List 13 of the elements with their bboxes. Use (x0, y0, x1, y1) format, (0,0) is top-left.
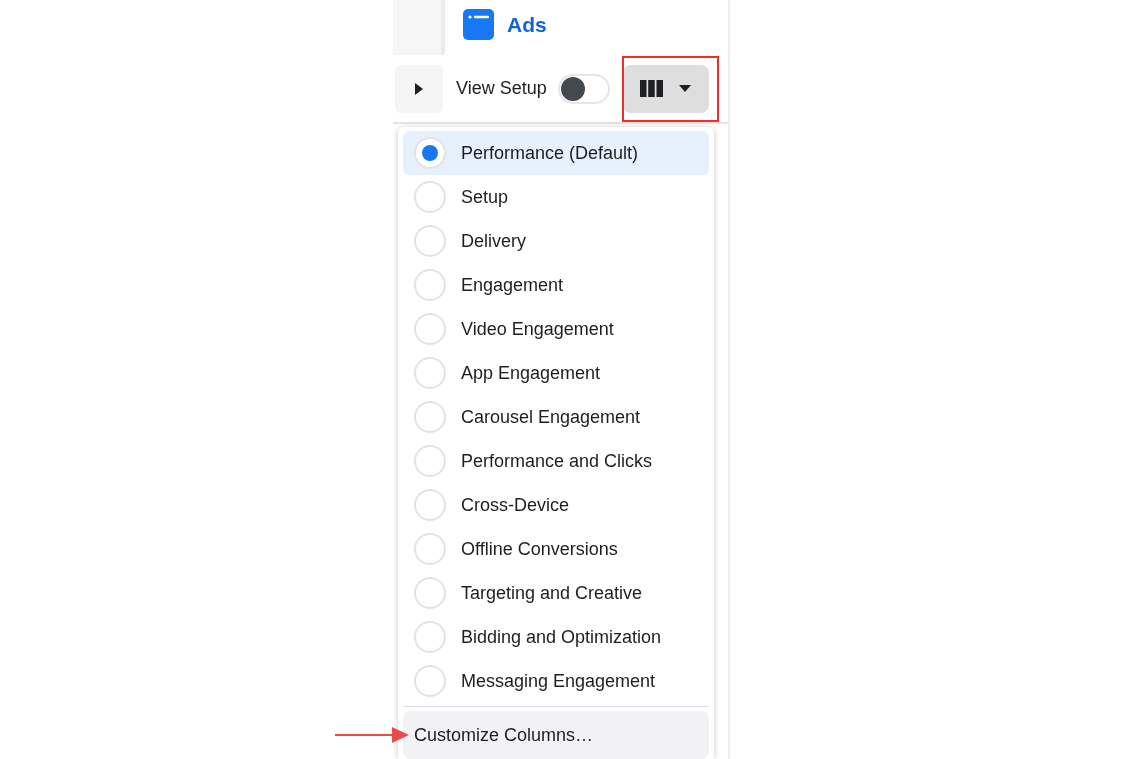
columns-button[interactable] (622, 64, 709, 113)
view-setup-toggle[interactable] (557, 73, 610, 104)
toggle-knob-icon (560, 76, 585, 101)
ads-icon (463, 9, 494, 40)
page-title: Ads (507, 11, 547, 38)
expand-button[interactable] (395, 64, 443, 113)
caret-icon (679, 85, 692, 92)
arrow-icon (335, 727, 409, 743)
view-setup-label: View Setup (456, 77, 547, 100)
menu-item[interactable]: Performance (Default) (403, 131, 709, 175)
columns-icon (640, 80, 664, 97)
customize-columns-button[interactable]: Customize Columns… (403, 711, 709, 759)
play-icon (415, 82, 423, 95)
